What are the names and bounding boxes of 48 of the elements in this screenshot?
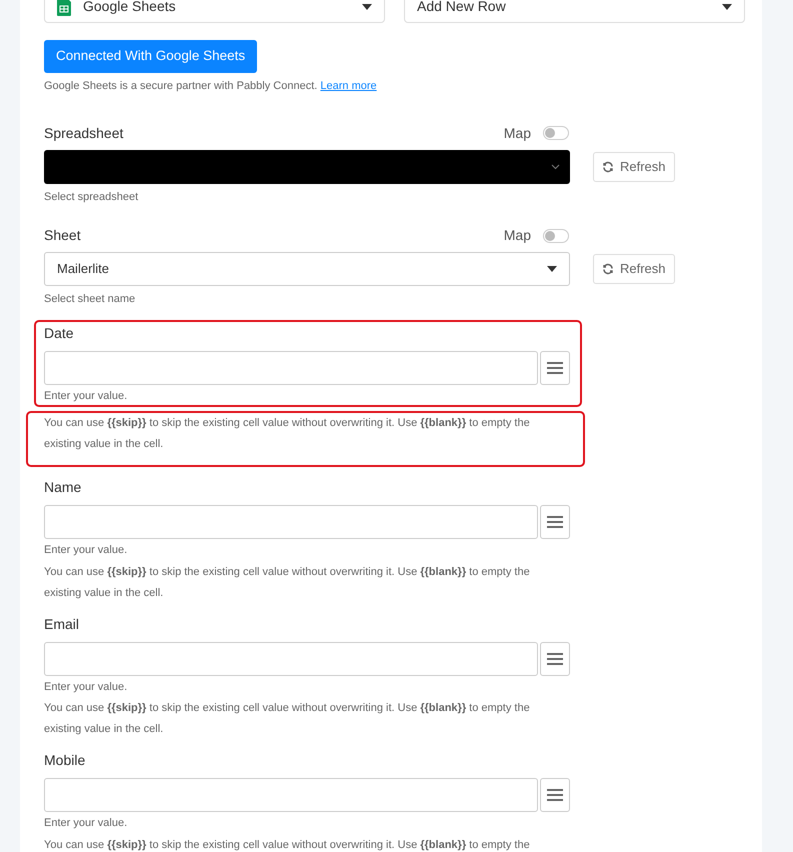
- map-toggle[interactable]: [543, 126, 569, 140]
- refresh-button[interactable]: Refresh: [593, 254, 675, 284]
- field-label: Sheet: [44, 226, 81, 245]
- field-hint: Enter your value.: [44, 543, 128, 558]
- field-hint: Select spreadsheet: [44, 190, 140, 204]
- sheet-select[interactable]: Mailerlite: [44, 252, 570, 286]
- field-hint: Enter your value.: [44, 680, 128, 694]
- map-label: Map: [504, 124, 531, 143]
- field-label: Name: [44, 478, 82, 497]
- field-note: You can use {{skip}} to skip the existing cell value without overwriting it. Use {{blank}} to empty the existing value in the cell.: [44, 416, 531, 452]
- partner-note: Google Sheets is a secure partner with Pabbly Connect. Learn more: [44, 79, 378, 94]
- field-label: Date: [44, 324, 75, 342]
- field-hint: Enter your value.: [44, 388, 128, 404]
- field-label: Email: [44, 614, 80, 634]
- caret-icon: [547, 266, 557, 272]
- spreadsheet-icon: [57, 0, 71, 16]
- value-input[interactable]: [44, 505, 538, 539]
- refresh-button[interactable]: Refresh: [593, 152, 675, 182]
- chevron-icon: [551, 164, 560, 170]
- menu-icon: [547, 652, 563, 664]
- field-label: Mobile: [44, 751, 86, 770]
- learn-more-link[interactable]: Learn more: [320, 80, 377, 92]
- map-toggle[interactable]: [543, 228, 569, 242]
- menu-button[interactable]: [540, 778, 570, 812]
- field-label: Spreadsheet: [44, 124, 124, 143]
- caret-icon: [722, 4, 732, 10]
- value-input[interactable]: [44, 778, 538, 812]
- caret-icon: [362, 4, 372, 10]
- refresh-icon: [602, 160, 614, 172]
- field-note: You can use {{skip}} to skip the existing cell value without overwriting it. Use {{blank}} to empty the: [44, 838, 531, 852]
- refresh-icon: [602, 263, 614, 275]
- value-input[interactable]: [44, 642, 538, 676]
- field-hint: Enter your value.: [44, 816, 128, 831]
- redacted-select[interactable]: [44, 150, 570, 184]
- field-note: You can use {{skip}} to skip the existing cell value without overwriting it. Use {{blank}} to empty the existing value in the cell.: [44, 564, 531, 600]
- menu-icon: [547, 516, 563, 528]
- menu-button[interactable]: [540, 642, 570, 676]
- dropdown[interactable]: Add New Row: [404, 0, 745, 23]
- dropdown[interactable]: Google Sheets: [44, 0, 385, 23]
- connected-button[interactable]: Connected With Google Sheets: [44, 40, 258, 73]
- value-input[interactable]: [44, 350, 538, 384]
- menu-icon: [547, 789, 563, 801]
- menu-button[interactable]: [540, 505, 570, 539]
- map-label: Map: [504, 226, 531, 245]
- menu-button[interactable]: [540, 350, 570, 384]
- field-note: You can use {{skip}} to skip the existing cell value without overwriting it. Use {{blank}} to empty the existing value in the cell.: [44, 701, 531, 737]
- menu-icon: [547, 362, 563, 374]
- field-hint: Select sheet name: [44, 292, 136, 307]
